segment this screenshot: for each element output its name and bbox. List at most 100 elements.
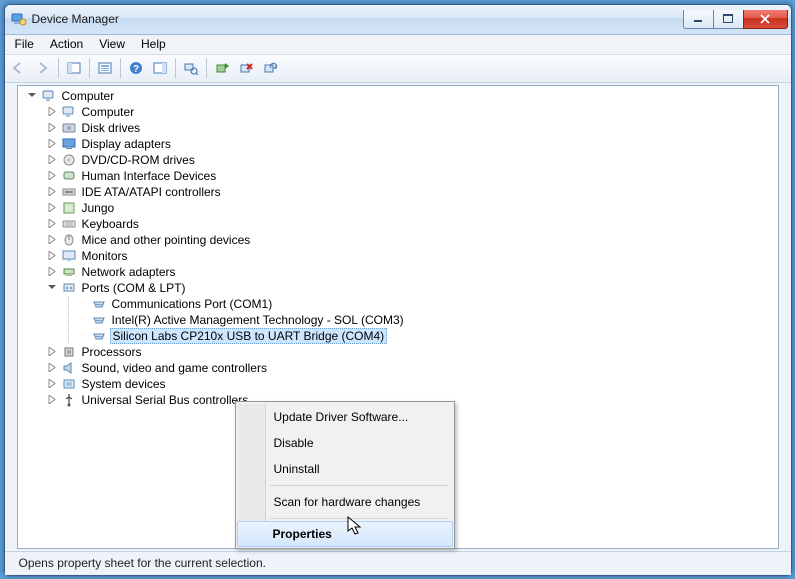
tree-item-label: Monitors	[80, 249, 130, 263]
system-icon	[61, 376, 77, 392]
tree-ports[interactable]: Ports (COM & LPT)	[18, 280, 778, 296]
expand-icon[interactable]	[46, 185, 59, 198]
expand-icon[interactable]	[46, 361, 59, 374]
tree-port-item[interactable]: Communications Port (COM1)	[18, 296, 778, 312]
tree-port-item[interactable]: Silicon Labs CP210x USB to UART Bridge (…	[18, 328, 778, 344]
tree-item-label: Display adapters	[80, 137, 173, 151]
disk-icon	[61, 120, 77, 136]
tree-item[interactable]: System devices	[18, 376, 778, 392]
port-icon	[91, 296, 107, 312]
port-icon	[91, 312, 107, 328]
properties-button[interactable]	[94, 57, 116, 79]
device-manager-window: Device Manager File Action View Help	[4, 4, 792, 576]
cm-scan-hardware[interactable]: Scan for hardware changes	[238, 489, 452, 515]
tree-item-label: Processors	[80, 345, 144, 359]
uninstall-button[interactable]	[235, 57, 257, 79]
menubar: File Action View Help	[5, 35, 791, 55]
expand-icon[interactable]	[46, 169, 59, 182]
expand-icon[interactable]	[46, 233, 59, 246]
monitor-icon	[61, 248, 77, 264]
minimize-button[interactable]	[683, 10, 713, 29]
tree-item-label: DVD/CD-ROM drives	[80, 153, 197, 167]
tree-item-label: Communications Port (COM1)	[110, 297, 275, 311]
tree-root-label: Computer	[60, 89, 117, 103]
expand-icon[interactable]	[46, 137, 59, 150]
cm-update-driver[interactable]: Update Driver Software...	[238, 404, 452, 430]
expand-icon[interactable]	[46, 153, 59, 166]
help-button[interactable]: ?	[125, 57, 147, 79]
disable-button[interactable]	[259, 57, 281, 79]
expand-icon[interactable]	[46, 377, 59, 390]
computer-icon	[61, 104, 77, 120]
scan-hardware-button[interactable]	[180, 57, 202, 79]
titlebar[interactable]: Device Manager	[5, 5, 791, 35]
tree-item[interactable]: Keyboards	[18, 216, 778, 232]
menu-action[interactable]: Action	[42, 35, 91, 53]
tree-port-item[interactable]: Intel(R) Active Management Technology - …	[18, 312, 778, 328]
expand-icon[interactable]	[46, 345, 59, 358]
collapse-icon[interactable]	[46, 281, 59, 294]
show-hide-console-tree-button[interactable]	[63, 57, 85, 79]
ide-icon	[61, 184, 77, 200]
tree-item-label: Mice and other pointing devices	[80, 233, 253, 247]
expand-icon[interactable]	[46, 393, 59, 406]
tree-item-label: Keyboards	[80, 217, 141, 231]
menu-file[interactable]: File	[7, 35, 42, 53]
close-button[interactable]	[743, 10, 788, 29]
tree-item[interactable]: DVD/CD-ROM drives	[18, 152, 778, 168]
tree-item-label: Jungo	[80, 201, 117, 215]
tree-item-label: Sound, video and game controllers	[80, 361, 269, 375]
display-icon	[61, 136, 77, 152]
jungo-icon	[61, 200, 77, 216]
forward-button[interactable]	[32, 57, 54, 79]
expand-icon[interactable]	[46, 121, 59, 134]
device-manager-icon	[11, 11, 27, 27]
tree-item[interactable]: Sound, video and game controllers	[18, 360, 778, 376]
maximize-button[interactable]	[713, 10, 743, 29]
expand-icon[interactable]	[46, 265, 59, 278]
tree-item[interactable]: Disk drives	[18, 120, 778, 136]
collapse-icon[interactable]	[26, 89, 39, 102]
tree-item[interactable]: Processors	[18, 344, 778, 360]
mouse-icon	[61, 232, 77, 248]
tree-item[interactable]: Monitors	[18, 248, 778, 264]
tree-item[interactable]: Jungo	[18, 200, 778, 216]
network-icon	[61, 264, 77, 280]
svg-text:?: ?	[132, 64, 138, 75]
tree-item[interactable]: Display adapters	[18, 136, 778, 152]
window-title: Device Manager	[32, 12, 119, 26]
tree-item[interactable]: Computer	[18, 104, 778, 120]
expand-icon[interactable]	[46, 201, 59, 214]
tree-item[interactable]: Network adapters	[18, 264, 778, 280]
cm-disable[interactable]: Disable	[238, 430, 452, 456]
tree-item-label: Ports (COM & LPT)	[80, 281, 188, 295]
tree-item[interactable]: Human Interface Devices	[18, 168, 778, 184]
window-buttons	[683, 10, 788, 29]
expand-icon[interactable]	[46, 217, 59, 230]
update-driver-button[interactable]	[211, 57, 233, 79]
leaf-icon	[76, 297, 89, 310]
sound-icon	[61, 360, 77, 376]
context-menu: Update Driver Software... Disable Uninst…	[235, 401, 455, 549]
tree-root[interactable]: Computer	[18, 88, 778, 104]
tree-item-label: Intel(R) Active Management Technology - …	[110, 313, 406, 327]
leaf-icon	[76, 329, 89, 342]
cm-properties[interactable]: Properties	[237, 521, 453, 547]
device-tree[interactable]: Computer ComputerDisk drivesDisplay adap…	[18, 88, 778, 408]
tree-item-label: IDE ATA/ATAPI controllers	[80, 185, 223, 199]
menu-view[interactable]: View	[91, 35, 133, 53]
cm-uninstall[interactable]: Uninstall	[238, 456, 452, 482]
tree-item-label: Computer	[80, 105, 137, 119]
tree-item[interactable]: Mice and other pointing devices	[18, 232, 778, 248]
expand-icon[interactable]	[46, 105, 59, 118]
port-icon	[91, 328, 107, 344]
back-button[interactable]	[8, 57, 30, 79]
statusbar: Opens property sheet for the current sel…	[5, 551, 791, 575]
status-text: Opens property sheet for the current sel…	[19, 556, 266, 570]
menu-help[interactable]: Help	[133, 35, 174, 53]
action-pane-button[interactable]	[149, 57, 171, 79]
expand-icon[interactable]	[46, 249, 59, 262]
tree-item-label: Silicon Labs CP210x USB to UART Bridge (…	[110, 328, 388, 344]
tree-item[interactable]: IDE ATA/ATAPI controllers	[18, 184, 778, 200]
processor-icon	[61, 344, 77, 360]
